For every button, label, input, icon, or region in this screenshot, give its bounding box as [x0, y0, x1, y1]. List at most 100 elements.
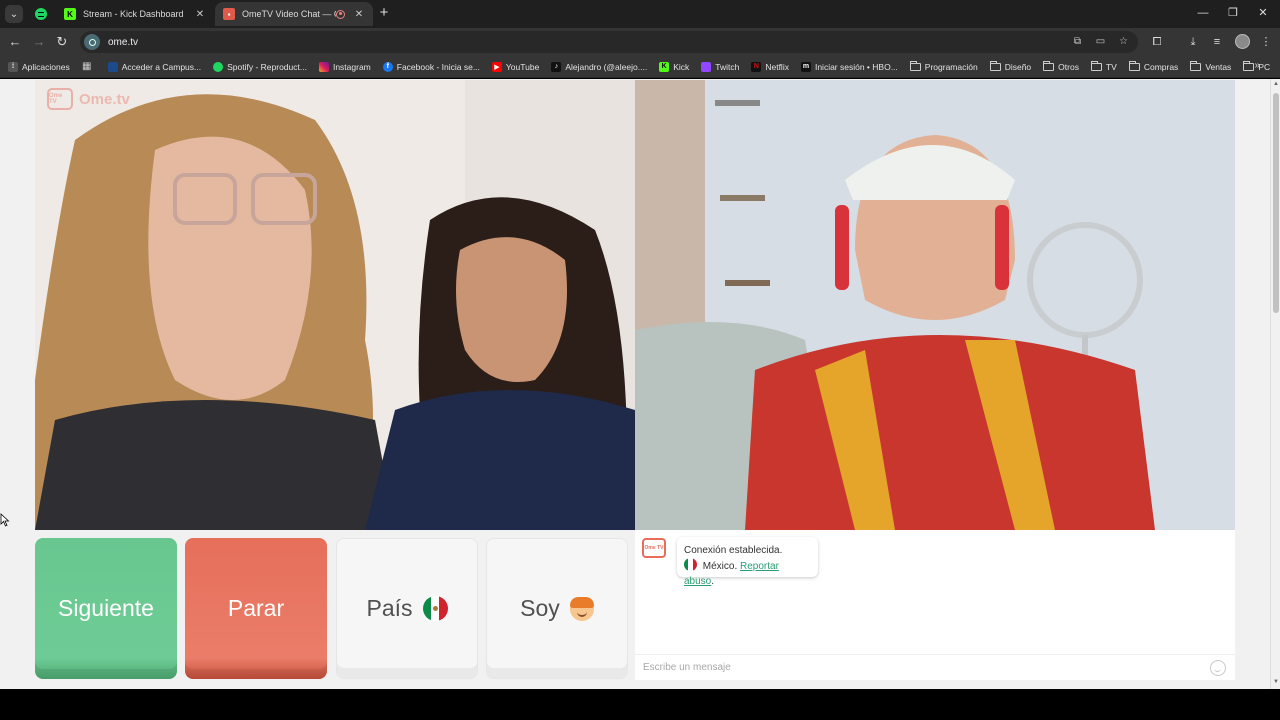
reload-icon[interactable]: ↻: [54, 34, 70, 50]
page-scrollbar[interactable]: ▲ ▼: [1270, 79, 1280, 689]
tab-kick-dashboard[interactable]: K Stream - Kick Dashboard ✕: [56, 2, 214, 26]
forward-arrow-icon[interactable]: →: [31, 34, 47, 50]
bookmark-label: Iniciar sesión • HBO...: [814, 61, 898, 72]
tab-title: Stream - Kick Dashboard: [83, 9, 184, 19]
stranger-video: Ome TV Ome.tv: [35, 80, 635, 530]
scroll-down-arrow-icon[interactable]: ▼: [1272, 679, 1280, 687]
bookmark-folder-tv[interactable]: TV: [1090, 60, 1117, 72]
bookmark-label: Alejandro (@aleejo....: [565, 61, 648, 72]
stop-button-label: Parar: [227, 595, 285, 621]
mouse-cursor-icon: [0, 513, 10, 527]
scroll-up-arrow-icon[interactable]: ▲: [1272, 81, 1280, 89]
boy-emoji-icon: [569, 596, 594, 621]
cast-icon[interactable]: ▭: [1094, 35, 1107, 48]
folder-icon: [989, 60, 1001, 71]
bookmark-campus[interactable]: Acceder a Campus...: [107, 61, 201, 72]
bookmark-netflix[interactable]: N Netflix: [751, 61, 789, 72]
url-text[interactable]: ome.tv: [108, 37, 138, 48]
ometv-icon: ▪: [223, 8, 235, 20]
window-close-icon[interactable]: ✕: [1256, 6, 1270, 20]
bookmark-folder-programacion[interactable]: Programación: [909, 60, 978, 72]
browser-toolbar: ← → ↻ ome.tv ⧉ ▭ ☆ ⧠ ⤓ ≡ ⋮: [0, 28, 1280, 56]
tab-title: OmeTV Video Chat — Ome: [242, 9, 336, 19]
next-button-label: Siguiente: [58, 595, 154, 621]
address-bar[interactable]: ome.tv ⧉ ▭ ☆: [80, 31, 1138, 53]
emoji-smiley-icon[interactable]: [1210, 660, 1226, 676]
bookmark-tiktok[interactable]: ♪ Alejandro (@aleejo....: [551, 61, 648, 72]
folder-icon: [1190, 60, 1202, 71]
translate-icon[interactable]: ⧉: [1071, 35, 1084, 48]
folder-icon: [1090, 60, 1102, 71]
bookmarks-bar: ⁞ Aplicaciones ▦ Acceder a Campus... Spo…: [0, 56, 1280, 78]
stranger-country: México.: [702, 561, 738, 572]
restore-icon[interactable]: ❐: [1226, 6, 1240, 20]
bookmarks-overflow-icon[interactable]: »: [1254, 60, 1260, 71]
facebook-icon: f: [382, 61, 393, 72]
close-tab-icon[interactable]: ✕: [353, 8, 365, 20]
bookmark-spotify[interactable]: Spotify - Reproduct...: [213, 61, 307, 72]
scrollbar-thumb[interactable]: [1273, 93, 1279, 313]
bookmark-label: Compras: [1143, 61, 1179, 72]
bookmark-youtube[interactable]: ▶ YouTube: [491, 61, 540, 72]
bookmark-aplicaciones[interactable]: ⁞ Aplicaciones: [8, 61, 70, 72]
back-arrow-icon[interactable]: ←: [7, 34, 23, 50]
bookmark-folder-diseno[interactable]: Diseño: [989, 60, 1032, 72]
bookmark-folder-compras[interactable]: Compras: [1128, 60, 1179, 72]
extensions-puzzle-icon[interactable]: ⧠: [1150, 35, 1164, 49]
new-tab-plus-icon[interactable]: +: [376, 5, 392, 21]
bookmark-label: Ventas: [1205, 61, 1232, 72]
bookmark-hbo[interactable]: m Iniciar sesión • HBO...: [800, 61, 898, 72]
profile-avatar[interactable]: [1235, 34, 1250, 49]
system-message-bubble: Conexión establecida. México. Reportar a…: [677, 537, 818, 587]
close-tab-icon[interactable]: ✕: [194, 8, 206, 20]
spotify-icon: [35, 8, 47, 20]
country-select-button[interactable]: País: [336, 538, 478, 679]
gender-button-label: Soy: [520, 595, 560, 621]
bookmark-folder-ventas[interactable]: Ventas: [1190, 60, 1232, 72]
stop-button[interactable]: Parar: [185, 538, 327, 679]
minimize-icon[interactable]: —: [1196, 6, 1210, 20]
bookmark-folder-otros[interactable]: Otros: [1043, 60, 1079, 72]
instagram-icon: [318, 61, 329, 72]
tab-ometv[interactable]: ▪ OmeTV Video Chat — Ome ✕: [215, 2, 373, 26]
media-control-icon[interactable]: ≡: [1210, 35, 1224, 49]
next-button[interactable]: Siguiente: [35, 538, 177, 679]
bookmark-label: Aplicaciones: [22, 61, 70, 72]
bookmark-label: TV: [1105, 61, 1117, 72]
ometv-chat-logo-icon: Ome TV: [642, 538, 666, 558]
netflix-icon: N: [751, 61, 762, 72]
bookmark-tab-groups[interactable]: ▦: [82, 61, 96, 72]
spotify-icon: [213, 61, 224, 72]
ometv-logo-badge: Ome TV: [47, 88, 73, 110]
bookmark-label: Diseño: [1004, 61, 1032, 72]
bookmark-twitch[interactable]: Twitch: [701, 61, 739, 72]
site-info-icon[interactable]: [84, 34, 100, 50]
gender-select-button[interactable]: Soy: [486, 538, 628, 679]
folder-icon: [1243, 60, 1255, 71]
browser-tab-strip: ⌄ K Stream - Kick Dashboard ✕ ▪ OmeTV Vi…: [0, 0, 1280, 28]
menu-kebab-icon[interactable]: ⋮: [1259, 35, 1273, 49]
apps-grid-icon: ⁞: [8, 61, 18, 72]
folder-icon: [1128, 60, 1140, 71]
pinned-tab-spotify[interactable]: [30, 4, 52, 24]
hbo-icon: m: [800, 61, 811, 72]
country-button-label: País: [366, 595, 413, 621]
bookmark-kick[interactable]: K Kick: [659, 61, 689, 72]
twitch-icon: [701, 61, 712, 72]
bookmark-star-icon[interactable]: ☆: [1117, 35, 1130, 48]
bookmark-instagram[interactable]: Instagram: [318, 61, 371, 72]
bookmark-label: Instagram: [332, 61, 371, 72]
folder-icon: [1043, 60, 1055, 71]
campus-icon: [107, 61, 118, 72]
chat-panel: Ome TV Conexión establecida. México. Rep…: [635, 530, 1235, 680]
bookmark-facebook[interactable]: f Facebook - Inicia se...: [382, 61, 480, 72]
message-input[interactable]: [643, 662, 1183, 673]
tab-search-chevron-icon[interactable]: ⌄: [5, 5, 23, 23]
bookmark-label: Facebook - Inicia se...: [396, 61, 480, 72]
kick-icon: K: [659, 61, 670, 72]
bookmark-label: PC: [1258, 61, 1271, 72]
bookmark-label: YouTube: [505, 61, 540, 72]
download-icon[interactable]: ⤓: [1186, 35, 1200, 49]
kick-icon: K: [64, 8, 76, 20]
mexico-flag-icon: [422, 596, 448, 621]
